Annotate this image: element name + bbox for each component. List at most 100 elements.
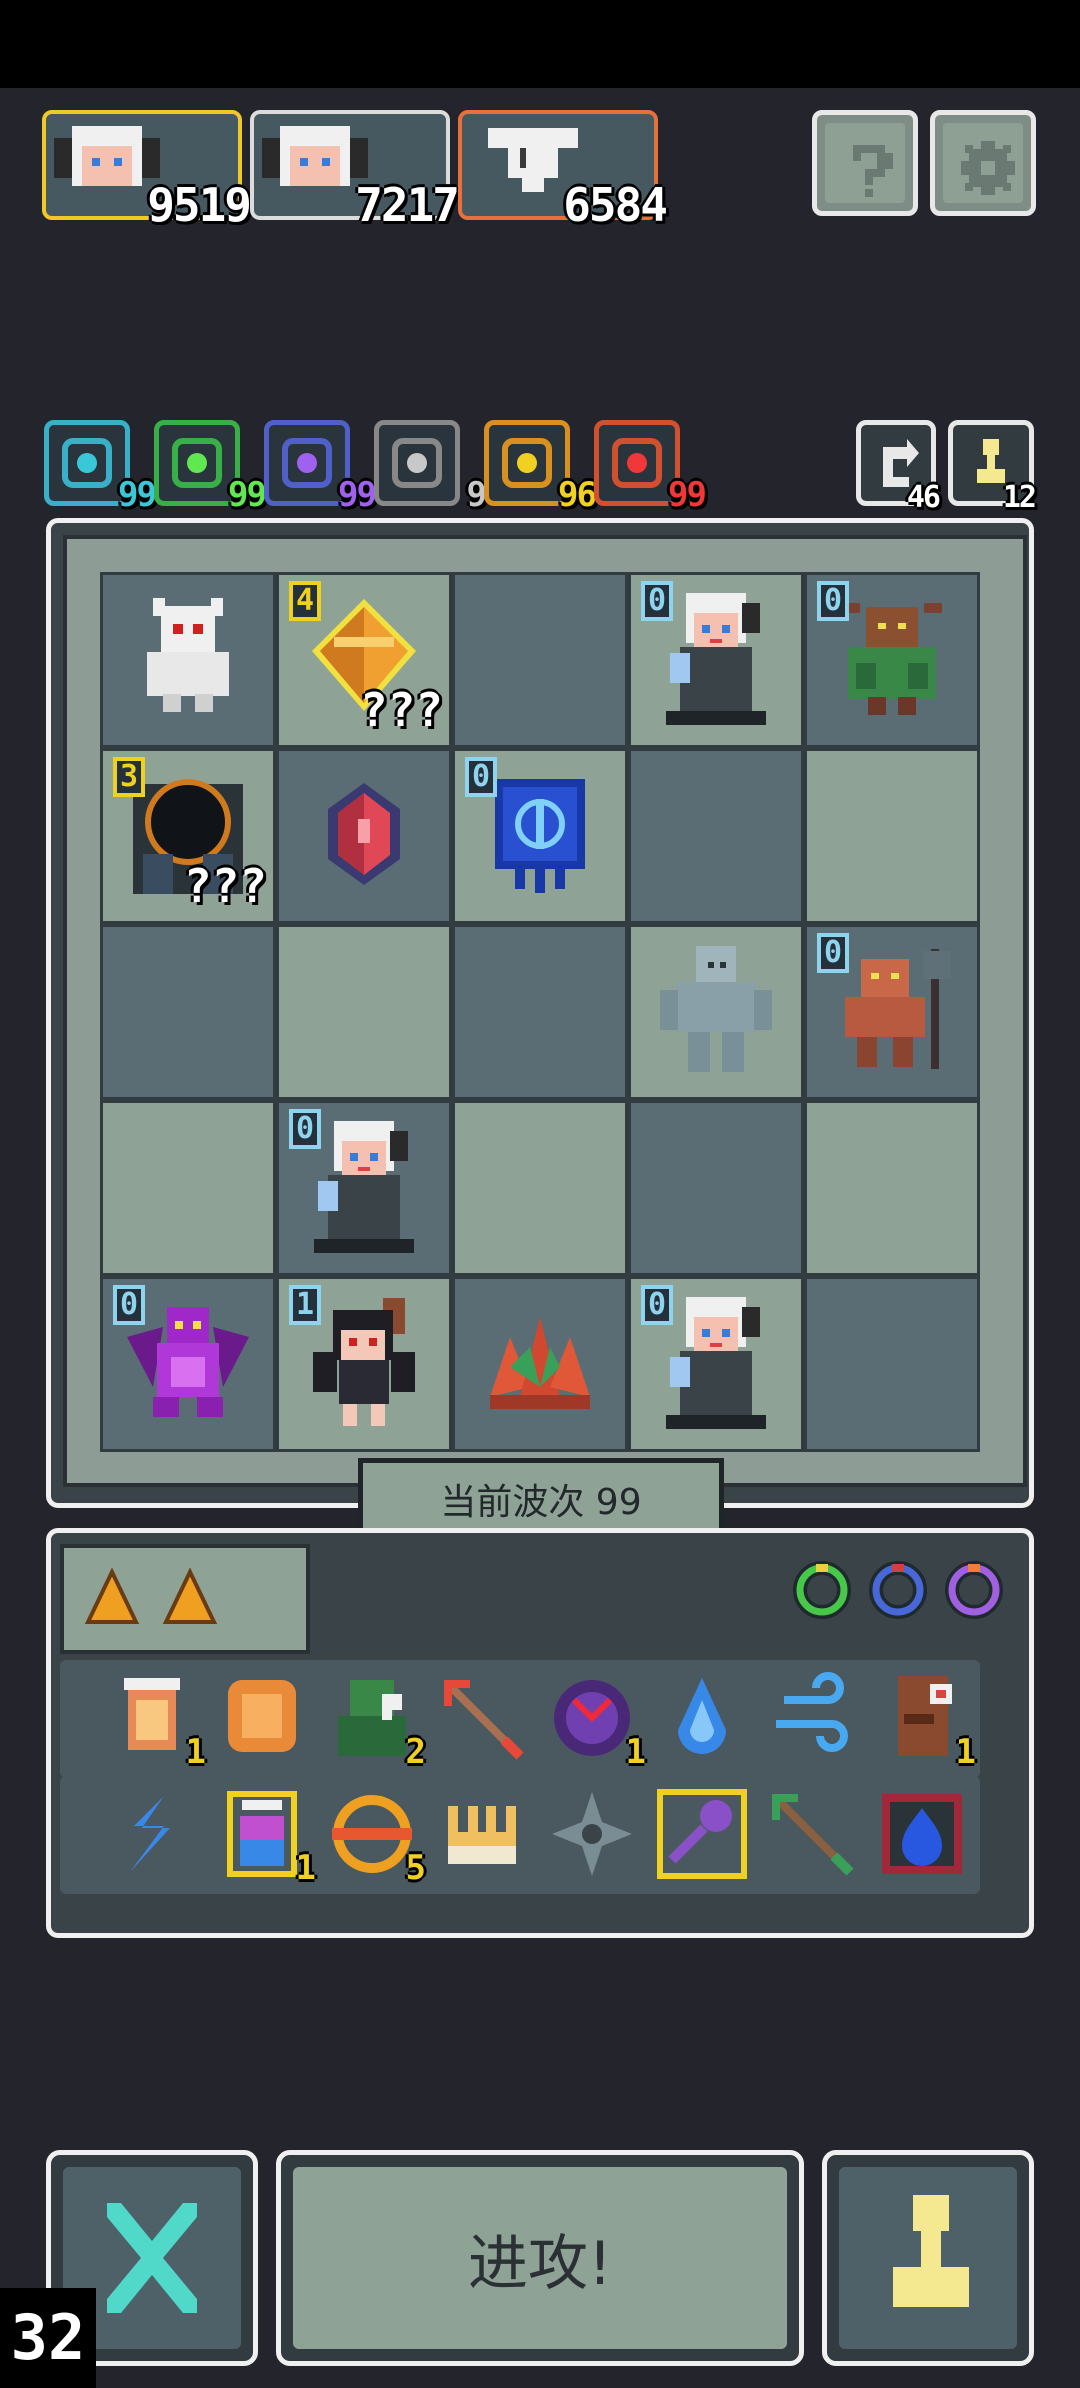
inventory-item[interactable]: 2 [324,1670,426,1772]
fps-counter: 32 [0,2288,96,2388]
board-cell[interactable] [452,924,628,1100]
pawn-button[interactable] [822,2150,1034,2366]
item-count: 1 [185,1732,206,1772]
stat-value: 96 [558,475,597,515]
purple-ring-icon[interactable] [942,1558,1006,1622]
item-count: 1 [625,1732,646,1772]
lightning-icon [282,438,332,488]
hero-power: 6584 [563,178,668,232]
white-hair-girl-icon [656,583,776,737]
stat-gem[interactable]: 99 [154,420,267,515]
board-cell[interactable]: 3??? [100,748,276,924]
board-cell[interactable]: 0 [628,572,804,748]
board-cell[interactable] [100,924,276,1100]
stat-lightning[interactable]: 99 [264,420,377,515]
inventory-item[interactable] [654,1786,750,1882]
hero-card[interactable]: 9519 [42,110,252,232]
inventory-item[interactable] [214,1670,310,1766]
armor-icon [228,1680,296,1752]
board-cell[interactable] [804,1100,980,1276]
inventory-item[interactable] [544,1786,640,1882]
board-cell[interactable] [100,1100,276,1276]
inventory-item[interactable]: 1 [544,1670,646,1772]
inventory-item[interactable] [434,1670,530,1766]
inventory-item[interactable] [764,1670,860,1766]
help-button[interactable] [812,110,918,216]
unknown-label: ??? [359,683,443,737]
claw-icon [448,1806,516,1864]
blue-ring-icon[interactable] [866,1558,930,1622]
orange-triangle-icon[interactable] [160,1568,220,1628]
blue-flame-icon [882,1794,962,1874]
inventory-row-2: 15 [60,1776,980,1894]
question-icon [853,145,893,197]
stat-fire-arrow[interactable]: 99 [594,420,707,515]
board-cell[interactable] [628,1100,804,1276]
unit-level: 0 [113,1285,145,1325]
attack-label: 进攻! [467,2229,613,2299]
blue-rune-icon [485,769,595,903]
stat-value: 99 [118,475,157,515]
inventory-item[interactable] [654,1670,750,1766]
board-cell[interactable] [452,1276,628,1452]
stat-wing[interactable]: 9 [374,420,487,515]
board-cell[interactable] [100,572,276,748]
inventory-item[interactable]: 1 [214,1786,316,1888]
inventory-item[interactable] [764,1786,860,1882]
stat-arrow-up[interactable]: 96 [484,420,597,515]
arrow-up-icon [502,438,552,488]
arrow-icon [444,1680,524,1760]
board-cell[interactable] [628,924,804,1100]
stone-golem-icon [656,940,776,1084]
board-cell[interactable] [452,572,628,748]
pawn-counter[interactable]: 12 [948,420,1037,515]
board-cell[interactable]: 4??? [276,572,452,748]
blue-swirl-icon [130,1796,170,1872]
settings-button[interactable] [930,110,1036,216]
board-cell[interactable]: 0 [276,1100,452,1276]
board-cell[interactable] [276,924,452,1100]
stat-value: 9 [466,475,488,515]
wing-icon [392,438,442,488]
inventory-item[interactable]: 1 [874,1670,976,1772]
stat-at[interactable]: 99 [44,420,157,515]
hero-card[interactable]: 6584 [458,110,668,232]
shuriken-icon [552,1792,632,1876]
minotaur-icon [832,593,952,727]
unit-level: 0 [641,1285,673,1325]
refresh-counter[interactable]: 46 [856,420,941,515]
board-cell[interactable] [276,748,452,924]
unit-level: 0 [641,581,673,621]
attack-button[interactable]: 进攻! [276,2150,804,2366]
board-cell[interactable]: 0 [804,924,980,1100]
white-hair-girl-icon [304,1111,424,1265]
pawn-icon [893,2195,969,2307]
board-cell[interactable] [804,1276,980,1452]
inventory-item[interactable] [104,1786,200,1882]
board-cell[interactable]: 0 [452,748,628,924]
hero-power: 9519 [147,178,252,232]
unit-level: 1 [289,1285,321,1325]
board-cell[interactable]: 0 [100,1276,276,1452]
inventory-item[interactable]: 5 [324,1786,426,1888]
unit-level: 0 [289,1109,321,1149]
water-drop-icon [678,1678,726,1754]
stat-value: 99 [668,475,707,515]
orange-triangle-icon[interactable] [82,1568,142,1628]
hero-power: 7217 [355,178,460,232]
board-cell[interactable] [452,1100,628,1276]
board-cell[interactable] [628,748,804,924]
hero-card[interactable]: 7217 [250,110,460,232]
inventory-item[interactable] [874,1786,970,1882]
board-cell[interactable]: 0 [804,572,980,748]
board-cell[interactable] [804,748,980,924]
board-cell[interactable]: 0 [628,1276,804,1452]
board-cell[interactable]: 1 [276,1276,452,1452]
status-bar [0,0,1080,88]
white-ghost-icon [133,598,243,722]
unit-level: 0 [465,757,497,797]
red-plant-icon [480,1307,600,1421]
inventory-item[interactable] [434,1786,530,1882]
inventory-item[interactable]: 1 [104,1670,206,1772]
green-ring-icon[interactable] [790,1558,854,1622]
